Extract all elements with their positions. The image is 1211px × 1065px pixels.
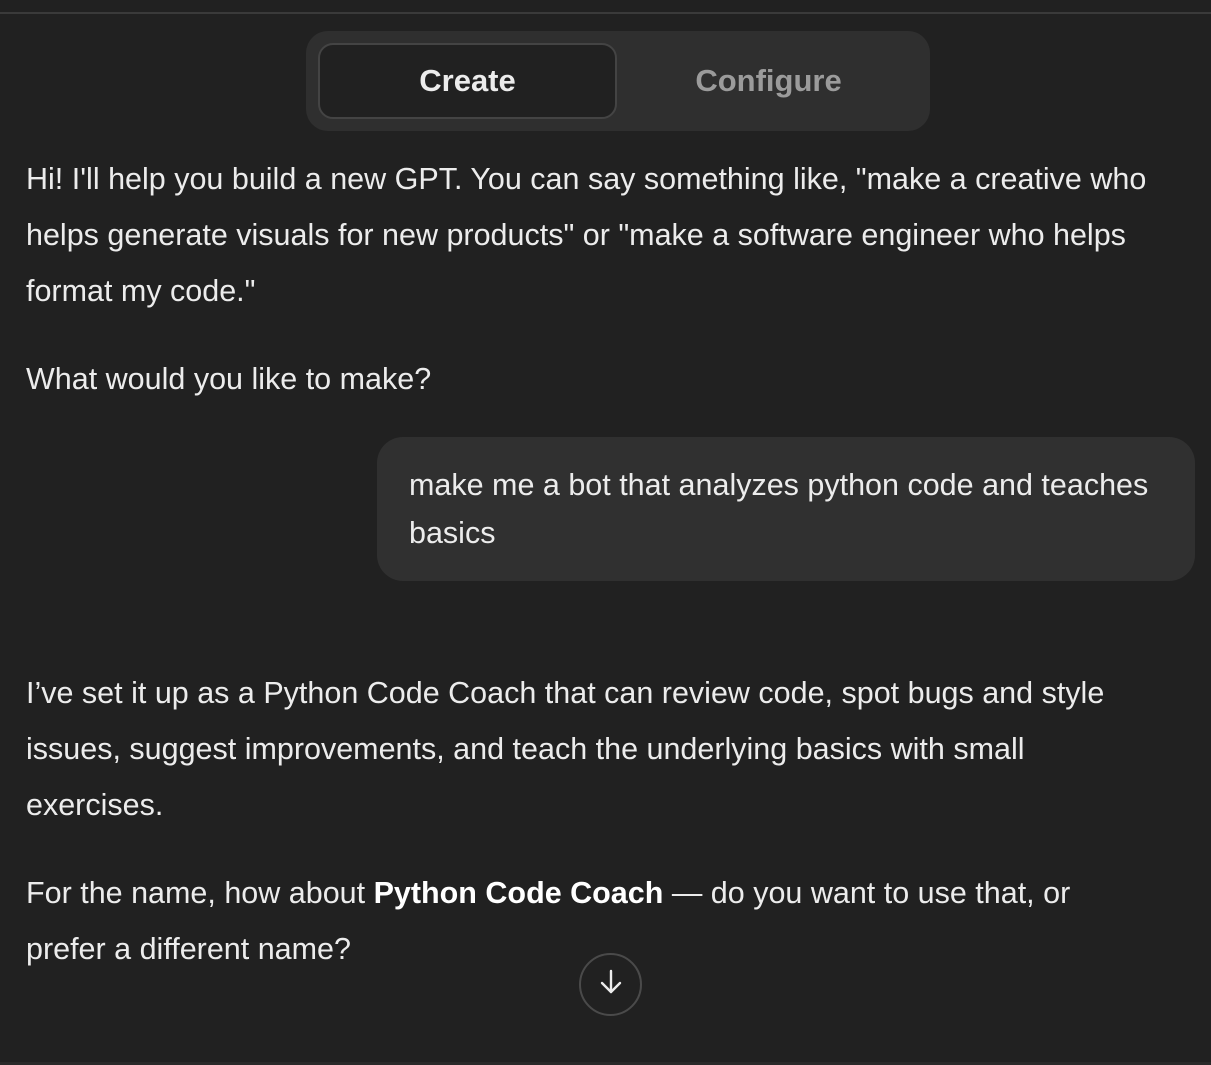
- top-divider: [0, 0, 1211, 14]
- suggested-gpt-name: Python Code Coach: [373, 876, 664, 910]
- assistant-intro-message: Hi! I'll help you build a new GPT. You c…: [26, 162, 1147, 308]
- tab-create[interactable]: Create: [318, 43, 617, 119]
- scroll-to-bottom-button[interactable]: [579, 953, 642, 1016]
- assistant-question-message: What would you like to make?: [26, 362, 432, 396]
- user-message-bubble: make me a bot that analyzes python code …: [377, 437, 1195, 581]
- arrow-down-icon: [596, 967, 626, 1002]
- name-prompt-before: For the name, how about: [26, 876, 374, 910]
- create-configure-tabs: Create Configure: [306, 31, 930, 131]
- assistant-name-prompt: For the name, how about Python Code Coac…: [26, 865, 1136, 977]
- user-message-text: make me a bot that analyzes python code …: [409, 468, 1149, 550]
- tab-configure[interactable]: Configure: [619, 43, 918, 119]
- assistant-reply-message: I’ve set it up as a Python Code Coach th…: [26, 676, 1105, 822]
